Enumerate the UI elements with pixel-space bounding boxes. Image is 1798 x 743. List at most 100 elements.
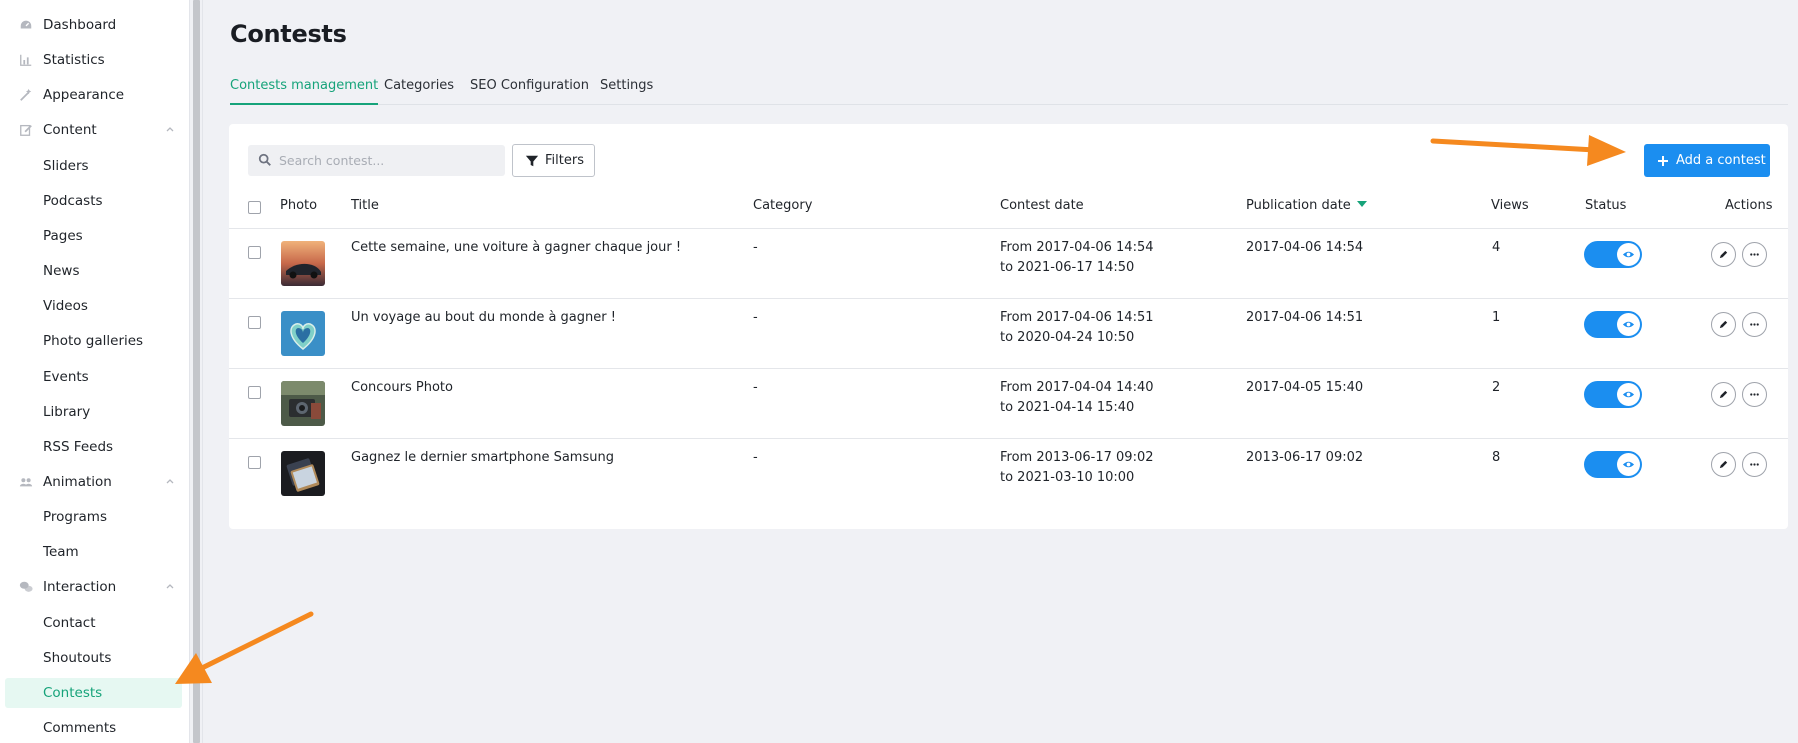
- sidebar-item-videos[interactable]: Videos: [0, 291, 190, 321]
- table-row[interactable]: Cette semaine, une voiture à gagner chaq…: [229, 228, 1788, 298]
- column-header-publication-date[interactable]: Publication date: [1246, 198, 1367, 213]
- tab-seo-configuration[interactable]: SEO Configuration: [470, 78, 589, 105]
- filters-button-label: Filters: [545, 153, 584, 168]
- chevron-up-icon[interactable]: [164, 580, 176, 592]
- tab-settings[interactable]: Settings: [600, 78, 653, 105]
- contest-category: -: [753, 450, 758, 465]
- column-header-views[interactable]: Views: [1491, 198, 1529, 213]
- wand-icon: [19, 88, 33, 102]
- contest-title[interactable]: Un voyage au bout du monde à gagner !: [351, 308, 616, 327]
- sidebar-item-photo-galleries[interactable]: Photo galleries: [0, 326, 190, 356]
- column-header-category[interactable]: Category: [753, 198, 812, 213]
- contests-card: Filters Add a contest Photo Title Catego…: [229, 124, 1788, 529]
- contest-date-to: to 2021-04-14 15:40: [1000, 400, 1135, 415]
- chat-icon: [19, 580, 33, 594]
- status-toggle[interactable]: [1584, 381, 1642, 408]
- contest-title[interactable]: Cette semaine, une voiture à gagner chaq…: [351, 238, 681, 257]
- table-row[interactable]: Concours Photo - From 2017-04-04 14:40 t…: [229, 368, 1788, 438]
- chevron-up-icon[interactable]: [164, 123, 176, 135]
- sidebar-item-dashboard[interactable]: Dashboard: [0, 10, 190, 40]
- sidebar-item-label: Events: [43, 369, 89, 385]
- sidebar-item-animation[interactable]: Animation: [0, 467, 190, 497]
- column-header-actions: Actions: [1725, 198, 1773, 213]
- status-toggle[interactable]: [1584, 451, 1642, 478]
- sidebar-item-label: Animation: [43, 474, 112, 490]
- contest-photo-camera: [281, 381, 325, 426]
- sidebar-item-label: Content: [43, 122, 97, 138]
- sidebar-item-comments[interactable]: Comments: [0, 713, 190, 743]
- tabs-bar: Contests management Categories SEO Confi…: [230, 75, 1788, 105]
- filters-button[interactable]: Filters: [512, 144, 595, 177]
- views-count: 8: [1492, 450, 1501, 465]
- contest-date-from: From 2017-04-04 14:40: [1000, 380, 1154, 395]
- column-header-contest-date[interactable]: Contest date: [1000, 198, 1084, 213]
- sidebar-item-appearance[interactable]: Appearance: [0, 80, 190, 110]
- pencil-icon: [1719, 460, 1728, 469]
- select-all-checkbox[interactable]: [248, 201, 261, 214]
- column-header-title[interactable]: Title: [351, 198, 379, 213]
- sidebar-item-statistics[interactable]: Statistics: [0, 45, 190, 75]
- sidebar: Dashboard Statistics Appearance Content …: [0, 0, 190, 743]
- edit-button[interactable]: [1711, 312, 1736, 337]
- row-checkbox[interactable]: [248, 456, 261, 469]
- sidebar-item-team[interactable]: Team: [0, 537, 190, 567]
- sidebar-item-programs[interactable]: Programs: [0, 502, 190, 532]
- sidebar-item-events[interactable]: Events: [0, 362, 190, 392]
- row-checkbox[interactable]: [248, 246, 261, 259]
- sidebar-item-contests[interactable]: Contests: [5, 678, 182, 708]
- tab-categories[interactable]: Categories: [384, 78, 454, 105]
- eye-icon: [1617, 313, 1640, 336]
- sidebar-item-interaction[interactable]: Interaction: [0, 572, 190, 602]
- sidebar-item-label: Podcasts: [43, 193, 103, 209]
- publication-date: 2017-04-05 15:40: [1246, 380, 1364, 395]
- row-checkbox[interactable]: [248, 316, 261, 329]
- sidebar-item-news[interactable]: News: [0, 256, 190, 286]
- status-toggle[interactable]: [1584, 311, 1642, 338]
- contest-title[interactable]: Gagnez le dernier smartphone Samsung: [351, 448, 614, 467]
- contest-category: -: [753, 310, 758, 325]
- more-actions-button[interactable]: [1742, 382, 1767, 407]
- edit-button[interactable]: [1711, 452, 1736, 477]
- chevron-up-icon[interactable]: [164, 475, 176, 487]
- column-header-photo: Photo: [280, 198, 318, 213]
- search-input[interactable]: [279, 145, 499, 176]
- table-row[interactable]: Un voyage au bout du monde à gagner ! - …: [229, 298, 1788, 368]
- publication-date: 2017-04-06 14:51: [1246, 310, 1364, 325]
- eye-icon: [1617, 453, 1640, 476]
- sidebar-item-sliders[interactable]: Sliders: [0, 151, 190, 181]
- sidebar-item-contact[interactable]: Contact: [0, 608, 190, 638]
- more-actions-button[interactable]: [1742, 452, 1767, 477]
- sidebar-item-content[interactable]: Content: [0, 115, 190, 145]
- status-toggle[interactable]: [1584, 241, 1642, 268]
- sidebar-item-label: Contests: [43, 685, 103, 701]
- sidebar-item-label: RSS Feeds: [43, 439, 114, 455]
- sidebar-item-label: Programs: [43, 509, 107, 525]
- contest-title[interactable]: Concours Photo: [351, 378, 453, 397]
- contest-photo-phone: [281, 451, 325, 496]
- column-header-status[interactable]: Status: [1585, 198, 1626, 213]
- dashboard-icon: [19, 18, 33, 32]
- row-checkbox[interactable]: [248, 386, 261, 399]
- sidebar-scrollbar-thumb[interactable]: [193, 0, 200, 743]
- sidebar-item-label: Interaction: [43, 579, 117, 595]
- contest-category: -: [753, 240, 758, 255]
- publication-date: 2013-06-17 09:02: [1246, 450, 1364, 465]
- sidebar-item-podcasts[interactable]: Podcasts: [0, 186, 190, 216]
- tab-contests-management[interactable]: Contests management: [230, 78, 379, 105]
- sidebar-item-label: Photo galleries: [43, 333, 144, 349]
- sort-desc-icon: [1356, 201, 1367, 207]
- sidebar-item-library[interactable]: Library: [0, 397, 190, 427]
- sidebar-item-rss-feeds[interactable]: RSS Feeds: [0, 432, 190, 462]
- page-title: Contests: [230, 20, 347, 48]
- sidebar-item-pages[interactable]: Pages: [0, 221, 190, 251]
- add-contest-button[interactable]: Add a contest: [1644, 144, 1770, 177]
- eye-icon: [1617, 383, 1640, 406]
- table-row[interactable]: Gagnez le dernier smartphone Samsung - F…: [229, 438, 1788, 508]
- more-actions-button[interactable]: [1742, 312, 1767, 337]
- edit-button[interactable]: [1711, 382, 1736, 407]
- sidebar-item-shoutouts[interactable]: Shoutouts: [0, 643, 190, 673]
- more-icon: [1750, 253, 1759, 256]
- more-actions-button[interactable]: [1742, 242, 1767, 267]
- edit-button[interactable]: [1711, 242, 1736, 267]
- search-icon: [258, 153, 272, 167]
